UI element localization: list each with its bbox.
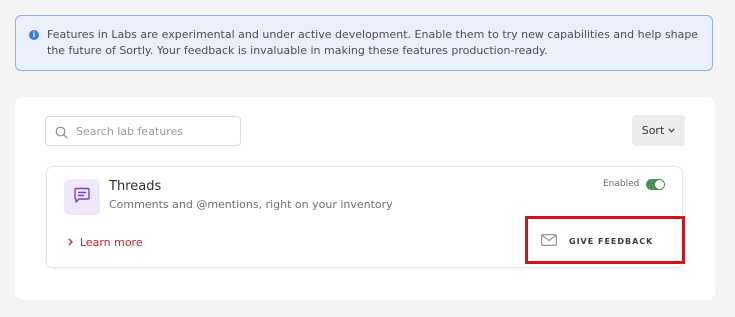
feature-description: Comments and @mentions, right on your in…	[109, 198, 393, 211]
enable-toggle[interactable]	[646, 179, 665, 190]
info-icon: i	[29, 30, 39, 40]
search-input[interactable]	[76, 121, 234, 141]
chat-bubble-icon	[73, 187, 91, 208]
feedback-highlight: GIVE FEEDBACK	[525, 216, 685, 264]
search-box[interactable]	[45, 116, 241, 146]
feature-title: Threads	[109, 179, 162, 194]
learn-more-label: Learn more	[79, 236, 143, 249]
labs-panel: Sort Threads Comments and @mentions, rig…	[15, 97, 715, 300]
status-label: Enabled	[603, 179, 640, 189]
learn-more-link[interactable]: Learn more	[68, 236, 143, 249]
give-feedback-button[interactable]: GIVE FEEDBACK	[541, 231, 653, 251]
sort-button[interactable]: Sort	[632, 115, 685, 146]
toggle-knob	[655, 180, 664, 189]
search-icon	[55, 124, 68, 143]
chevron-down-icon	[668, 126, 675, 135]
chevron-right-icon	[68, 238, 76, 249]
give-feedback-label: GIVE FEEDBACK	[569, 236, 654, 246]
sort-button-label: Sort	[641, 124, 665, 137]
feature-icon-container	[64, 179, 100, 215]
info-banner: i Features in Labs are experimental and …	[15, 15, 713, 71]
envelope-icon	[541, 234, 557, 248]
info-banner-text: Features in Labs are experimental and un…	[47, 28, 699, 57]
feature-card-threads: Threads Comments and @mentions, right on…	[46, 166, 685, 268]
